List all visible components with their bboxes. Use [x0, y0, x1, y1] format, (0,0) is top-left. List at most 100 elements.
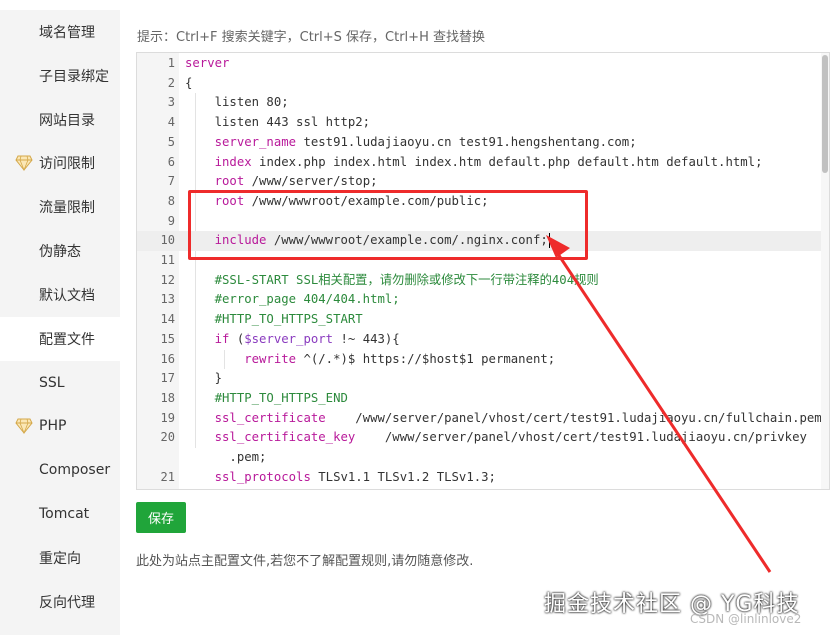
sidebar-item-label: 子目录绑定: [39, 69, 109, 85]
sidebar-item-label: 反向代理: [39, 595, 95, 611]
code-text[interactable]: server_name test91.ludajiaoyu.cn test91.…: [185, 133, 637, 153]
sidebar-top-strip: [0, 0, 120, 10]
code-text[interactable]: #HTTP_TO_HTTPS_END: [185, 389, 348, 409]
code-text[interactable]: #HTTP_TO_HTTPS_START: [185, 310, 363, 330]
code-text[interactable]: root /www/server/stop;: [185, 172, 378, 192]
sidebar-item-12[interactable]: 重定向: [0, 536, 120, 580]
code-line[interactable]: 20 ssl_certificate_key /www/server/panel…: [137, 428, 829, 448]
sidebar-item-6[interactable]: 默认文档: [0, 273, 120, 317]
code-text[interactable]: index index.php index.html index.htm def…: [185, 153, 763, 173]
code-text[interactable]: {: [185, 74, 192, 94]
code-text[interactable]: listen 443 ssl http2;: [185, 113, 370, 133]
code-line[interactable]: 2{: [137, 74, 829, 94]
code-line[interactable]: 6 index index.php index.html index.htm d…: [137, 153, 829, 173]
code-token: listen 80;: [185, 95, 289, 110]
code-token: ^(/.*)$ https://$host$1 permanent;: [296, 351, 556, 366]
code-line[interactable]: 12 #SSL-START SSL相关配置，请勿删除或修改下一行带注释的404规…: [137, 271, 829, 291]
code-token: root: [185, 174, 245, 189]
code-line[interactable]: 19 ssl_certificate /www/server/panel/vho…: [137, 409, 829, 429]
editor-scrollbar[interactable]: [821, 53, 829, 489]
line-number: 8: [167, 193, 175, 208]
line-number: 12: [160, 272, 175, 287]
save-button[interactable]: 保存: [136, 502, 186, 533]
sidebar: 域名管理子目录绑定网站目录访问限制流量限制伪静态 默认文档配置文件 SSL PHP Co…: [0, 0, 120, 635]
code-editor[interactable]: 1 server 2{3 listen 80; 4 listen 443 ssl ht…: [136, 52, 830, 490]
code-token: index: [185, 154, 252, 169]
line-number: 16: [160, 351, 175, 366]
code-token: rewrite: [185, 351, 297, 366]
code-line[interactable]: 1 server: [137, 54, 829, 74]
code-token: ssl_protocols: [185, 469, 311, 484]
code-text[interactable]: }: [185, 369, 222, 389]
code-text[interactable]: rewrite ^(/.*)$ https://$host$1 permanen…: [185, 350, 555, 370]
code-token: #HTTP_TO_HTTPS_START: [185, 312, 363, 327]
sidebar-item-label: Tomcat: [39, 506, 90, 522]
sidebar-item-3[interactable]: 访问限制: [0, 141, 120, 185]
code-text[interactable]: ssl_certificate /www/server/panel/vhost/…: [185, 409, 829, 429]
annotation-highlight-box: [188, 190, 588, 260]
sidebar-item-label: 配置文件: [39, 332, 95, 348]
code-token: {: [185, 75, 193, 90]
sidebar-item-1[interactable]: 子目录绑定: [0, 54, 120, 98]
code-text[interactable]: ssl_protocols TLSv1.1 TLSv1.2 TLSv1.3;: [185, 468, 496, 488]
code-line[interactable]: 4 listen 443 ssl http2;: [137, 113, 829, 133]
code-line[interactable]: 18 #HTTP_TO_HTTPS_END: [137, 389, 829, 409]
sidebar-item-label: PHP: [39, 418, 67, 434]
sidebar-item-label: Composer: [39, 462, 111, 478]
code-token: server: [185, 56, 230, 70]
sidebar-item-11[interactable]: Tomcat: [0, 492, 120, 536]
code-text[interactable]: #error_page 404/404.html;: [185, 290, 400, 310]
sidebar-item-label: 访问限制: [39, 156, 95, 172]
line-number: 6: [167, 154, 175, 169]
code-token: TLSv1.1 TLSv1.2 TLSv1.3;: [310, 469, 496, 484]
sidebar-item-9[interactable]: PHP: [0, 404, 120, 448]
sidebar-item-0[interactable]: 域名管理: [0, 10, 120, 54]
code-line[interactable]: .pem;: [137, 448, 829, 468]
code-line[interactable]: 3 listen 80;: [137, 93, 829, 113]
code-line[interactable]: 5 server_name test91.ludajiaoyu.cn test9…: [137, 133, 829, 153]
code-line[interactable]: 15 if ($server_port !~ 443){: [137, 330, 829, 350]
code-token: if: [185, 331, 230, 346]
code-token: /www/server/panel/vhost/cert/test91.luda…: [325, 410, 830, 425]
code-token: server_name: [185, 134, 297, 149]
code-token: #HTTP_TO_HTTPS_END: [185, 390, 348, 405]
code-text[interactable]: ssl_certificate_key /www/server/panel/vh…: [185, 428, 807, 448]
code-line[interactable]: 13 #error_page 404/404.html;: [137, 290, 829, 310]
sidebar-item-8[interactable]: SSL: [0, 361, 120, 405]
code-token: (: [229, 331, 245, 346]
sidebar-item-10[interactable]: Composer: [0, 448, 120, 492]
line-number: 21: [160, 469, 175, 484]
code-text[interactable]: if ($server_port !~ 443){: [185, 330, 400, 350]
sidebar-item-4[interactable]: 流量限制: [0, 185, 120, 229]
line-number: 14: [160, 312, 175, 327]
sidebar-item-5[interactable]: 伪静态: [0, 229, 120, 273]
code-token: /www/server/panel/vhost/cert/test91.luda…: [355, 430, 807, 445]
code-line[interactable]: 14 #HTTP_TO_HTTPS_START: [137, 310, 829, 330]
sidebar-item-7[interactable]: 配置文件: [0, 317, 120, 361]
line-number: 4: [167, 115, 175, 130]
line-number: 1: [167, 56, 175, 70]
editor-scroll-thumb[interactable]: [822, 55, 828, 173]
code-token: test91.ludajiaoyu.cn test91.hengshentang…: [296, 134, 637, 149]
config-note: 此处为站点主配置文件,若您不了解配置规则,请勿随意修改.: [136, 554, 474, 569]
code-token: ssl_certificate: [185, 410, 326, 425]
code-text[interactable]: #SSL-START SSL相关配置，请勿删除或修改下一行带注释的404规则: [185, 271, 599, 291]
code-line[interactable]: 7 root /www/server/stop;: [137, 172, 829, 192]
code-text[interactable]: server: [185, 54, 229, 74]
line-number: 3: [167, 95, 175, 110]
code-text[interactable]: listen 80;: [185, 93, 289, 113]
code-token: }: [185, 371, 223, 386]
sidebar-item-13[interactable]: 反向代理: [0, 580, 120, 624]
line-number: 20: [160, 430, 175, 445]
code-text[interactable]: .pem;: [185, 448, 266, 468]
line-number: 18: [160, 390, 175, 405]
sidebar-item-2[interactable]: 网站目录: [0, 98, 120, 142]
code-line[interactable]: 16 rewrite ^(/.*)$ https://$host$1 perma…: [137, 350, 829, 370]
sidebar-item-label: 网站目录: [39, 113, 95, 129]
code-token: !~ 443){: [333, 331, 400, 346]
code-line[interactable]: 21 ssl_protocols TLSv1.1 TLSv1.2 TLSv1.3…: [137, 468, 829, 488]
code-line[interactable]: 17 }: [137, 369, 829, 389]
sidebar-item-label: 流量限制: [39, 200, 95, 216]
code-token: index.php index.html index.htm default.p…: [251, 154, 763, 169]
code-token: $server_port: [244, 331, 334, 346]
